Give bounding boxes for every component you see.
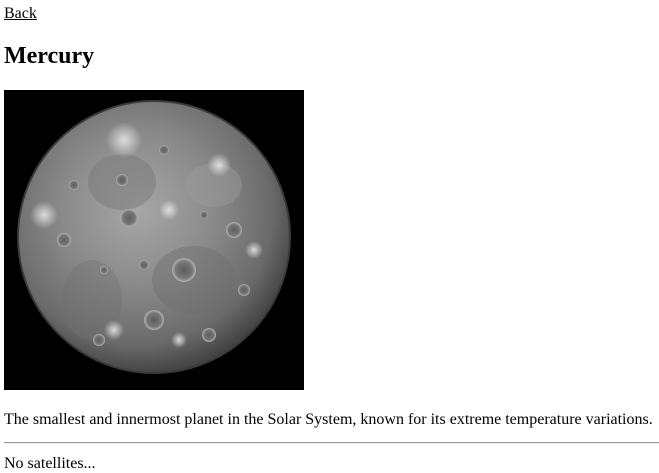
planet-image xyxy=(4,90,304,390)
satellites-text: No satellites... xyxy=(4,455,96,472)
planet-description: The smallest and innermost planet in the… xyxy=(4,411,653,428)
back-link[interactable]: Back xyxy=(4,4,37,23)
mercury-planet-icon xyxy=(4,90,304,390)
divider xyxy=(4,442,659,444)
page-title: Mercury xyxy=(4,43,95,69)
